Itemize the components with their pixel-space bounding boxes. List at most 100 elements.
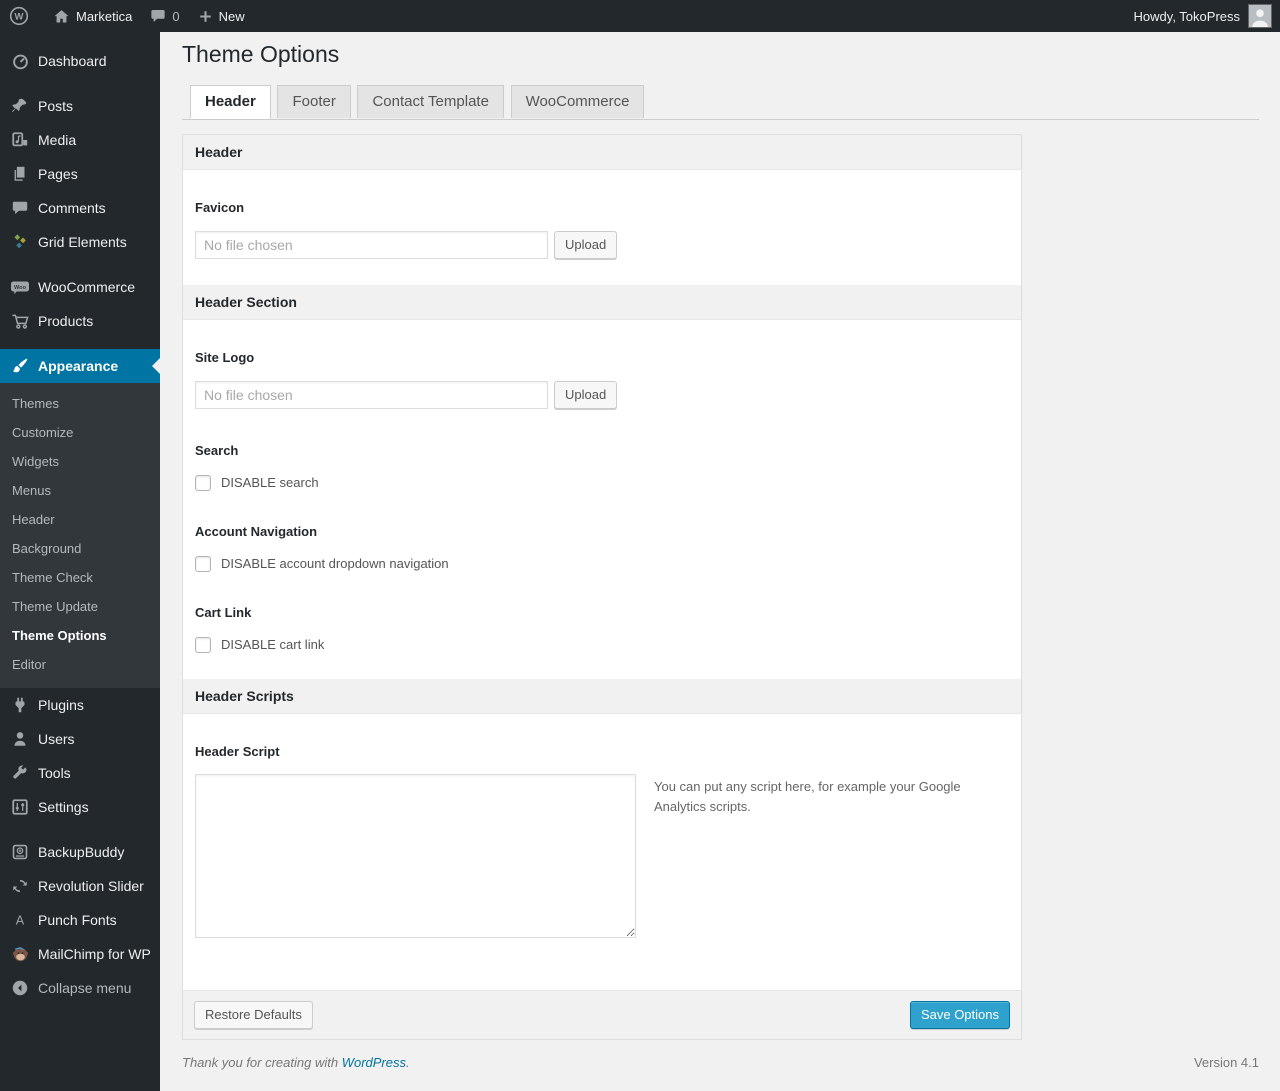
new-content-menu[interactable]: New [189,0,254,32]
tab-header[interactable]: Header [190,84,271,119]
comments-menu[interactable]: 0 [141,0,188,32]
submenu-header[interactable]: Header [0,505,160,534]
restore-defaults-button[interactable]: Restore Defaults [194,1000,313,1029]
tab-woocommerce[interactable]: WooCommerce [510,84,645,118]
sidebar-item-comments[interactable]: Comments [0,191,160,225]
site-name-menu[interactable]: Marketica [44,0,141,32]
sidebar-item-plugins[interactable]: Plugins [0,688,160,722]
sidebar-item-products[interactable]: Products [0,304,160,338]
sidebar-item-tools[interactable]: Tools [0,756,160,790]
sidebar-item-backupbuddy[interactable]: BackupBuddy [0,835,160,869]
account-menu[interactable]: Howdy, TokoPress [1126,0,1280,32]
sidebar-item-woocommerce[interactable]: Woo WooCommerce [0,270,160,304]
site-logo-upload-button[interactable]: Upload [554,380,618,409]
sidebar-item-media[interactable]: Media [0,123,160,157]
favicon-label: Favicon [195,199,245,215]
menu-separator [0,78,160,89]
pushpin-icon [10,96,30,116]
save-options-button[interactable]: Save Options [909,1000,1010,1029]
wordpress-logo-icon: W [9,6,29,26]
sidebar-item-appearance[interactable]: Appearance [0,349,160,383]
wordpress-link[interactable]: WordPress [342,1055,406,1070]
sidebar-item-punch-fonts[interactable]: A Punch Fonts [0,903,160,937]
sidebar-item-grid-elements[interactable]: Grid Elements [0,225,160,259]
sidebar-item-label: Revolution Slider [38,878,144,894]
woocommerce-icon: Woo [10,277,30,297]
comment-bubble-icon [150,8,166,24]
submenu-widgets[interactable]: Widgets [0,447,160,476]
user-avatar [1248,4,1272,28]
svg-text:W: W [15,12,24,23]
disable-search-checkbox[interactable] [195,474,211,491]
sidebar-item-label: Users [38,731,75,747]
sidebar-item-collapse-menu[interactable]: Collapse menu [0,971,160,1005]
favicon-upload-button[interactable]: Upload [554,230,618,259]
section-header-scripts-body: Header Script You can put any script her… [183,714,1021,938]
menu-separator [0,338,160,349]
disable-account-label: DISABLE account dropdown navigation [221,556,449,572]
disable-cart-label: DISABLE cart link [221,637,325,653]
wp-logo-menu[interactable]: W [0,0,44,32]
admin-bar: W Marketica 0 New Howdy, TokoPress [0,0,1280,32]
site-logo-file-row: Upload [195,380,1009,409]
version-text: Version 4.1 [1193,1055,1259,1070]
comments-icon [10,198,30,218]
cart-icon [10,311,30,331]
disable-cart-checkbox[interactable] [195,636,211,653]
sidebar-item-label: Punch Fonts [38,912,117,928]
tab-contact-template[interactable]: Contact Template [357,84,504,118]
site-logo-label: Site Logo [195,349,255,365]
header-script-row: You can put any script here, for example… [195,773,1009,938]
footer-thanks-text: Thank you for creating with WordPress. [182,1055,410,1070]
header-script-help-text: You can put any script here, for example… [654,778,961,814]
sidebar-item-dashboard[interactable]: Dashboard [0,44,160,78]
favicon-file-input[interactable] [195,230,548,259]
submenu-background[interactable]: Background [0,534,160,563]
appearance-submenu: Themes Customize Widgets Menus Header Ba… [0,383,160,688]
submenu-customize[interactable]: Customize [0,418,160,447]
submenu-theme-update[interactable]: Theme Update [0,592,160,621]
disable-account-checkbox[interactable] [195,555,211,572]
sidebar-item-label: Dashboard [38,53,107,69]
thanks-prefix: Thank you for creating with [182,1055,342,1070]
header-script-label: Header Script [195,743,280,759]
cart-link-label: Cart Link [195,604,252,620]
menu-separator [0,259,160,270]
tab-footer[interactable]: Footer [277,84,351,118]
sidebar-item-label: Appearance [38,358,119,374]
submenu-themes[interactable]: Themes [0,389,160,418]
submenu-theme-check[interactable]: Theme Check [0,563,160,592]
submenu-editor[interactable]: Editor [0,650,160,679]
sidebar-item-label: WooCommerce [38,279,135,295]
section-header-section-body: Site Logo Upload Search DISABLE search A… [183,320,1021,679]
sidebar-item-label: Tools [38,765,71,781]
sidebar-item-users[interactable]: Users [0,722,160,756]
theme-options-panel: Header Favicon Upload Header Section Sit… [182,133,1022,1040]
media-icon [10,130,30,150]
appearance-brush-icon [10,356,30,376]
sidebar-item-posts[interactable]: Posts [0,89,160,123]
svg-text:A: A [16,914,25,928]
sidebar-item-pages[interactable]: Pages [0,157,160,191]
disable-cart-row[interactable]: DISABLE cart link [195,636,1009,653]
disable-account-row[interactable]: DISABLE account dropdown navigation [195,555,1009,572]
section-header-scripts: Header Scripts [183,678,1021,714]
sidebar-item-label: BackupBuddy [38,844,125,860]
sidebar-item-settings[interactable]: Settings [0,790,160,824]
plus-icon [198,9,213,24]
svg-text:Woo: Woo [14,285,27,291]
favicon-file-row: Upload [195,230,1009,259]
sidebar-item-label: Products [38,313,94,329]
disable-search-row[interactable]: DISABLE search [195,474,1009,491]
submenu-theme-options[interactable]: Theme Options [0,621,160,650]
collapse-arrow-icon [10,978,30,998]
site-logo-file-input[interactable] [195,380,548,409]
sidebar-item-revolution-slider[interactable]: Revolution Slider [0,869,160,903]
sidebar-item-mailchimp[interactable]: MailChimp for WP [0,937,160,971]
howdy-text: Howdy, TokoPress [1133,8,1240,24]
pages-icon [10,164,30,184]
mailchimp-monkey-icon [10,944,30,964]
submenu-menus[interactable]: Menus [0,476,160,505]
header-script-textarea[interactable] [195,773,636,938]
new-label: New [218,8,245,24]
